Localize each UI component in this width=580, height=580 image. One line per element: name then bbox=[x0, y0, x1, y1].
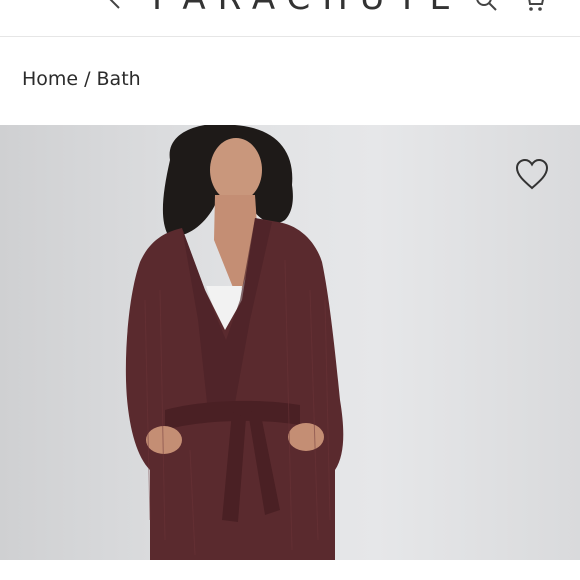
top-header: PARACHUTE bbox=[0, 0, 580, 37]
robe-illustration bbox=[125, 125, 344, 560]
product-image[interactable] bbox=[0, 125, 580, 580]
breadcrumb-current[interactable]: Bath bbox=[97, 68, 141, 90]
breadcrumb: Home / Bath bbox=[22, 68, 141, 90]
heart-icon[interactable] bbox=[514, 157, 550, 191]
search-icon[interactable] bbox=[474, 0, 498, 12]
right-hand bbox=[288, 423, 324, 451]
content-below bbox=[0, 560, 580, 580]
breadcrumb-home[interactable]: Home bbox=[22, 68, 78, 90]
cart-icon[interactable] bbox=[522, 0, 546, 12]
breadcrumb-separator: / bbox=[84, 68, 91, 90]
left-hand bbox=[146, 426, 182, 454]
chevron-left-icon[interactable] bbox=[104, 0, 128, 12]
face bbox=[210, 138, 262, 202]
brand-logo[interactable]: PARACHUTE bbox=[152, 0, 463, 18]
